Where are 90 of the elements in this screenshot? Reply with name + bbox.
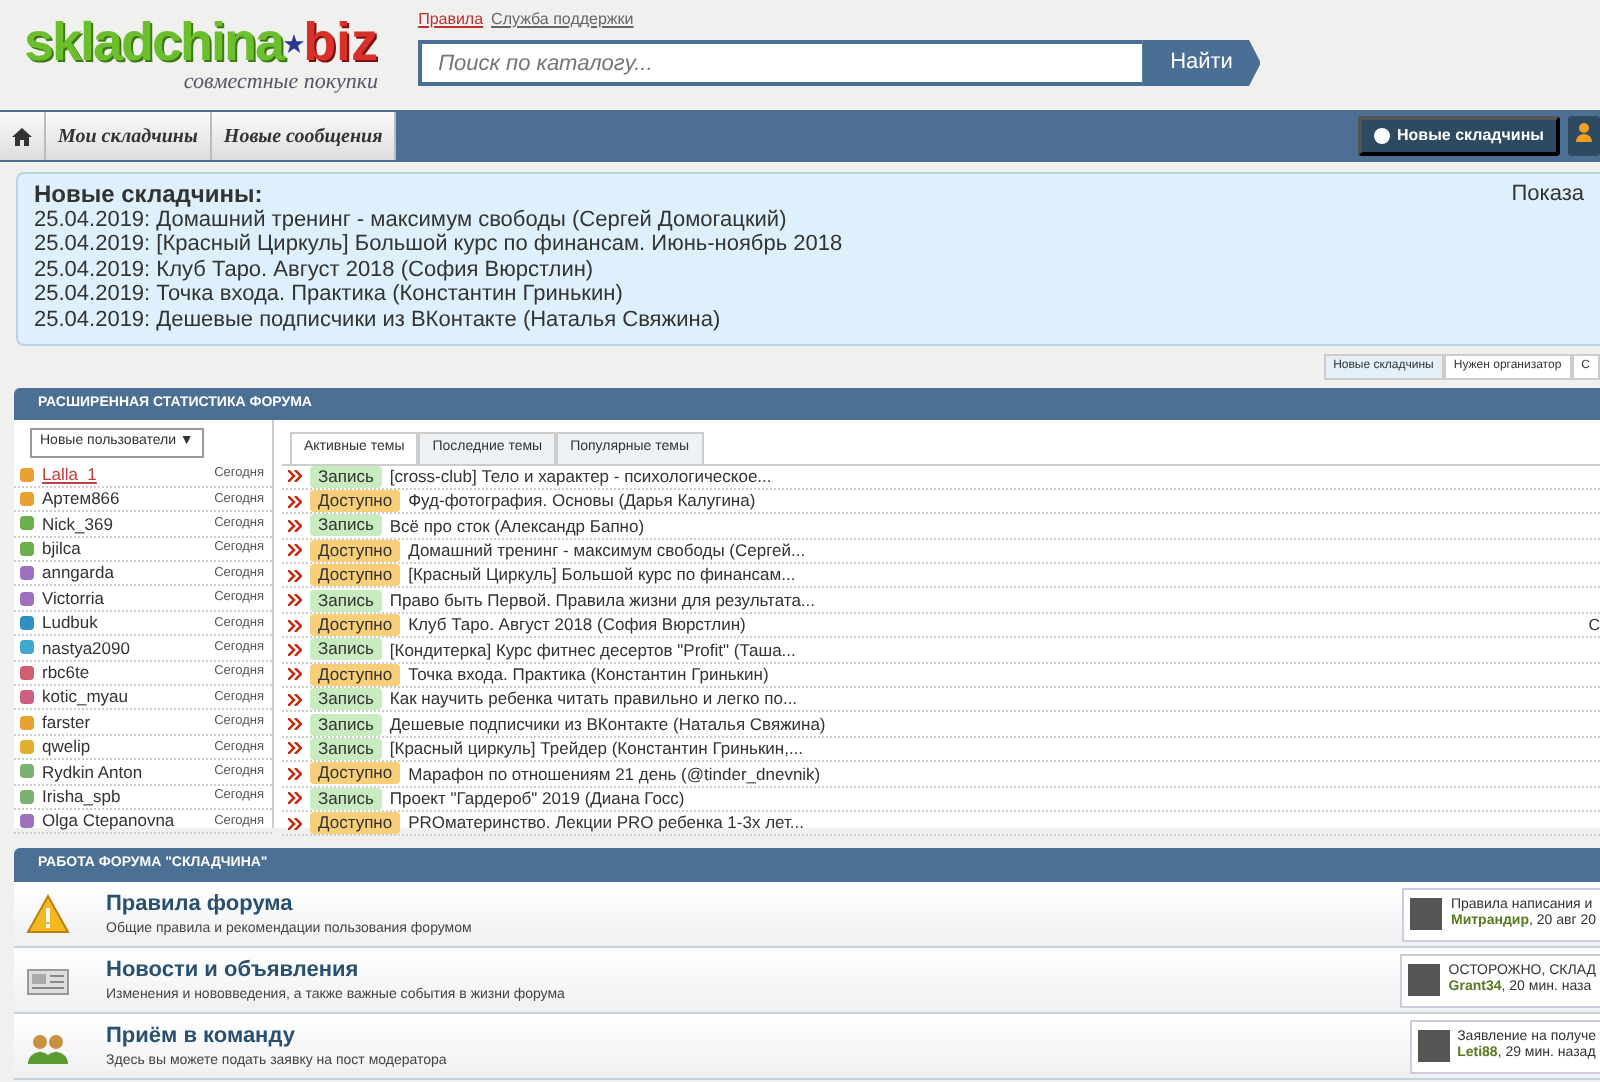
status-tag: Запись bbox=[310, 638, 382, 661]
deal-link[interactable]: 25.04.2019: Домашний тренинг - максимум свободы (Сергей Домогацкий) bbox=[34, 207, 843, 233]
warning-icon bbox=[26, 894, 70, 934]
status-tag: Доступно bbox=[310, 564, 401, 587]
logo-tagline: совместные покупки bbox=[181, 68, 379, 98]
search-field[interactable]: Поиск по каталогу... bbox=[418, 40, 1143, 86]
user-link[interactable]: Victorria bbox=[42, 585, 105, 612]
deal-link[interactable]: 25.04.2019: Дешевые подписчики из ВКонтакте (Наталья Свяжина) bbox=[34, 307, 843, 334]
topic-link[interactable]: [cross-club] Тело и характер - психологическое... bbox=[389, 463, 772, 490]
double-chevron-icon bbox=[288, 569, 302, 582]
topic-link[interactable]: Всё про сток (Александр Бапно) bbox=[389, 513, 645, 539]
user-link[interactable]: qwelip bbox=[42, 734, 91, 760]
top-link[interactable]: Правила bbox=[418, 8, 484, 32]
double-chevron-icon bbox=[288, 519, 302, 532]
status-tag: Запись bbox=[310, 589, 382, 612]
double-chevron-icon bbox=[288, 594, 302, 607]
star-icon bbox=[283, 33, 304, 53]
top-link[interactable]: Служба поддержки bbox=[491, 8, 634, 32]
double-chevron-icon bbox=[288, 619, 302, 632]
status-tag: Доступно bbox=[310, 539, 401, 562]
double-chevron-icon bbox=[288, 668, 302, 681]
status-tag: Доступно bbox=[310, 812, 401, 835]
status-tag: Запись bbox=[310, 688, 382, 711]
home-icon bbox=[12, 127, 32, 145]
topic-link[interactable]: Право быть Первой. Правила жизни для результата... bbox=[389, 587, 816, 614]
double-chevron-icon bbox=[288, 544, 302, 557]
status-tag: Запись bbox=[310, 713, 382, 736]
avatar bbox=[1417, 1030, 1450, 1062]
avatar bbox=[1408, 964, 1441, 996]
user-link[interactable]: Ludbuk bbox=[42, 610, 98, 636]
double-chevron-icon bbox=[288, 718, 302, 731]
user-link[interactable]: rbc6te bbox=[42, 659, 90, 686]
nav-tab[interactable]: Новые сообщения bbox=[211, 112, 397, 160]
topic-link[interactable]: Дешевые подписчики из ВКонтакте (Наталья Свяжина) bbox=[389, 711, 826, 737]
search-button[interactable]: Найти bbox=[1142, 40, 1261, 86]
topic-link[interactable]: PROматеринство. Лекции PRO ребенка 1-3х лет... bbox=[408, 810, 805, 837]
status-tag: Доступно bbox=[310, 614, 401, 637]
user-menu-button[interactable] bbox=[1568, 116, 1600, 156]
edge-text: С bbox=[1588, 613, 1600, 638]
status-tag: Запись bbox=[310, 737, 382, 760]
double-chevron-icon bbox=[288, 792, 302, 805]
double-chevron-icon bbox=[288, 470, 302, 483]
double-chevron-icon bbox=[288, 742, 302, 755]
status-tag: Доступно bbox=[310, 762, 401, 785]
double-chevron-icon bbox=[288, 643, 302, 656]
topic-link[interactable]: Точка входа. Практика (Константин Гринькин) bbox=[408, 661, 769, 688]
status-tag: Запись bbox=[310, 787, 382, 810]
user-icon bbox=[1576, 121, 1592, 142]
forum-link[interactable]: Правила форума bbox=[106, 887, 472, 920]
user-link[interactable]: Rydkin Anton bbox=[42, 759, 143, 785]
status-tag: Запись bbox=[310, 465, 382, 488]
forum-link[interactable]: Новости и объявления bbox=[106, 953, 565, 986]
panel-title: Новые складчины: bbox=[34, 182, 265, 208]
deal-link[interactable]: 25.04.2019: Точка входа. Практика (Константин Гринькин) bbox=[34, 282, 843, 308]
user-link[interactable]: kotic_myau bbox=[42, 684, 128, 711]
topic-link[interactable]: [Красный циркуль] Трейдер (Константин Гринькин,... bbox=[389, 736, 804, 762]
new-deals-button[interactable]: Новые складчины bbox=[1357, 116, 1560, 156]
topic-link[interactable]: Фуд-фотография. Основы (Дарья Калугина) bbox=[408, 488, 756, 514]
user-link[interactable]: Lalla_1 bbox=[42, 461, 97, 488]
topic-link[interactable]: Клуб Таро. Август 2018 (София Вюрстлин) bbox=[408, 612, 746, 638]
nav-tab[interactable]: Мои складчины bbox=[46, 112, 212, 160]
status-tag: Доступно bbox=[310, 663, 401, 686]
user-link[interactable]: Olga Ctepanovna bbox=[42, 808, 175, 835]
double-chevron-icon bbox=[288, 817, 302, 830]
logo-text: biz bbox=[303, 16, 379, 70]
user-link[interactable]: Артем866 bbox=[42, 486, 120, 512]
deal-link[interactable]: 25.04.2019: Клуб Таро. Август 2018 (София Вюрстлин) bbox=[34, 257, 843, 283]
user-link[interactable]: anngarda bbox=[42, 560, 114, 587]
status-tag: Запись bbox=[310, 514, 382, 537]
user-link[interactable]: bjilca bbox=[42, 536, 81, 562]
user-link[interactable]: nastya2090 bbox=[42, 635, 130, 661]
topic-link[interactable]: [Красный Циркуль] Большой курс по финансам... bbox=[408, 562, 796, 589]
double-chevron-icon bbox=[288, 693, 302, 706]
topic-link[interactable]: [Кондитерка] Курс фитнес десертов "Profit" (Таша... bbox=[389, 637, 796, 663]
status-tag: Доступно bbox=[310, 490, 401, 513]
avatar bbox=[1410, 898, 1443, 930]
topic-link[interactable]: Проект "Гардероб" 2019 (Диана Госс) bbox=[389, 785, 685, 812]
deal-link[interactable]: 25.04.2019: [Красный Циркуль] Большой курс по финансам. Июнь-ноябрь 2018 bbox=[34, 232, 843, 258]
logo-text: skladchina bbox=[24, 16, 284, 70]
topic-link[interactable]: Как научить ребенка читать правильно и легко по... bbox=[389, 686, 798, 713]
double-chevron-icon bbox=[288, 767, 302, 780]
topic-link[interactable]: Домашний тренинг - максимум свободы (Сергей... bbox=[408, 538, 806, 564]
topic-link[interactable]: Марафон по отношениям 21 день (@tinder_dnevnik) bbox=[408, 761, 821, 787]
forum-link[interactable]: Приём в команду bbox=[106, 1019, 447, 1052]
double-chevron-icon bbox=[288, 495, 302, 508]
user-link[interactable]: farster bbox=[42, 709, 91, 735]
user-link[interactable]: Irisha_spb bbox=[42, 783, 121, 810]
panel-link[interactable]: Показа bbox=[1511, 182, 1584, 336]
user-link[interactable]: Nick_369 bbox=[42, 511, 113, 537]
home-tab[interactable] bbox=[0, 112, 46, 160]
